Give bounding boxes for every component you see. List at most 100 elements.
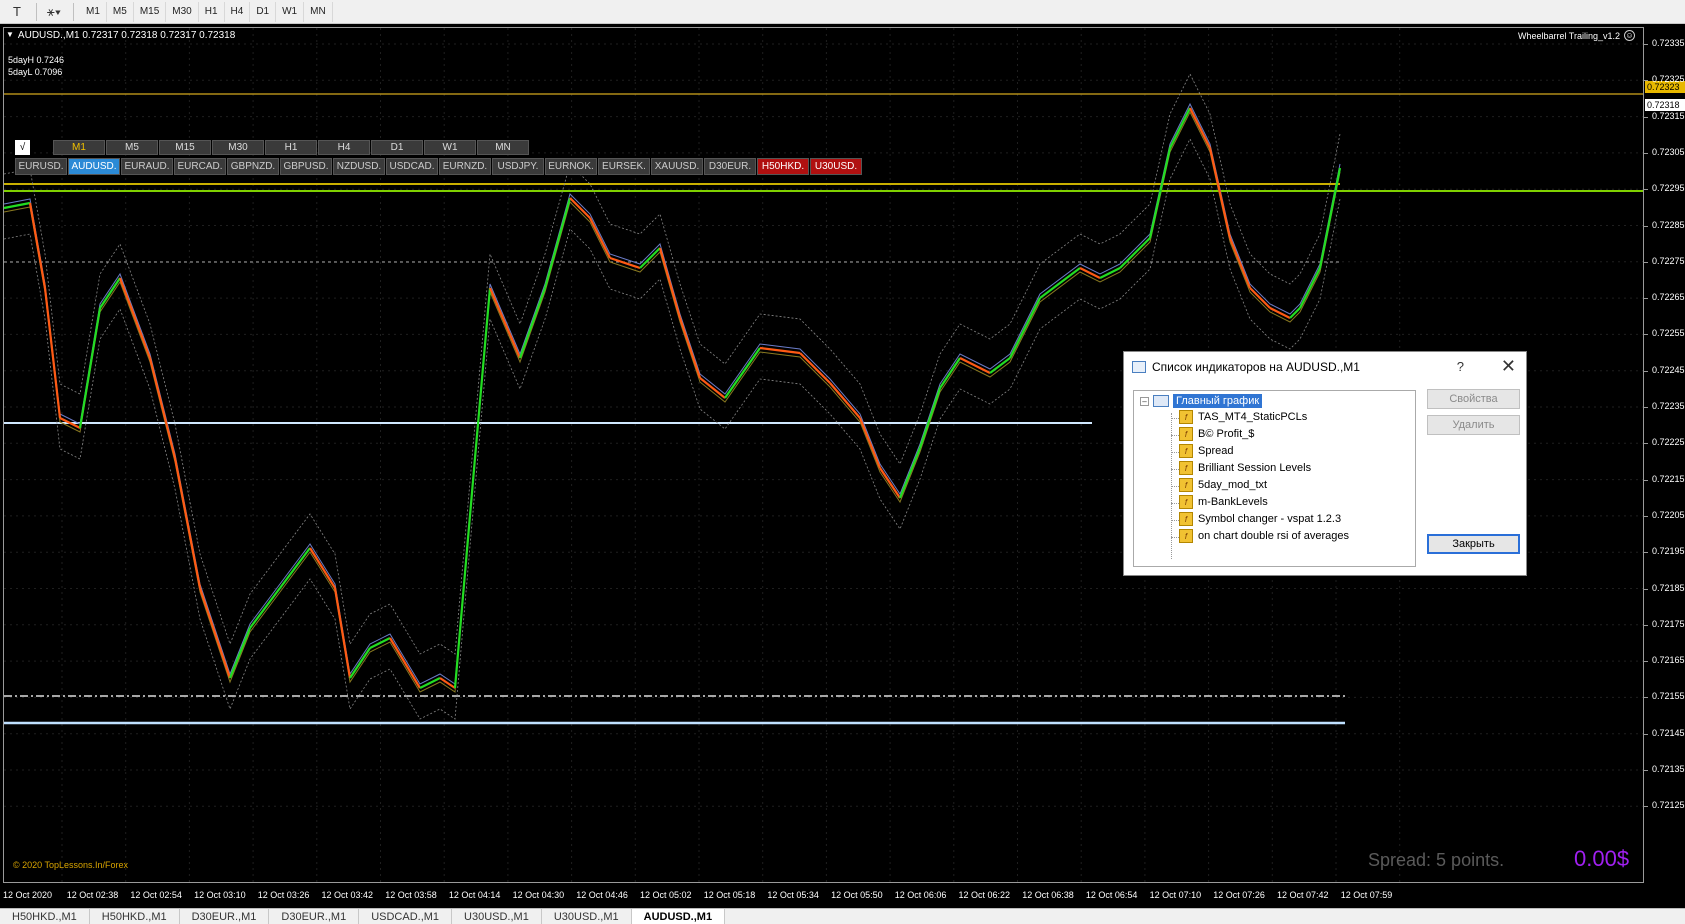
- symbol-button-eurusd[interactable]: EURUSD.: [15, 158, 67, 175]
- symbol-button-gbpnzd[interactable]: GBPNZD.: [227, 158, 279, 175]
- chart-tab[interactable]: H50HKD.,M1: [90, 909, 180, 924]
- toolbar-tf-h1[interactable]: H1: [199, 1, 225, 22]
- delete-button[interactable]: Удалить: [1427, 415, 1520, 435]
- symbol-button-gbpusd[interactable]: GBPUSD.: [280, 158, 332, 175]
- price-tick: [1644, 552, 1648, 554]
- symbol-button-h50hkd[interactable]: H50HKD.: [757, 158, 809, 175]
- moving-average-segment: [678, 317, 702, 379]
- chart-tab[interactable]: H50HKD.,M1: [0, 909, 90, 924]
- panel-tf-h1[interactable]: H1: [265, 140, 317, 155]
- chart-tab[interactable]: U30USD.,M1: [542, 909, 632, 924]
- panel-tf-h4[interactable]: H4: [318, 140, 370, 155]
- price-label: 0.72335: [1652, 38, 1685, 48]
- toolbar-tf-m15[interactable]: M15: [134, 1, 167, 22]
- collapse-triangle-icon[interactable]: ▼: [6, 30, 14, 41]
- tree-connector: [1171, 503, 1179, 504]
- dialog-title-bar[interactable]: Список индикаторов на AUDUSD.,M1: [1124, 352, 1526, 382]
- panel-checkbox[interactable]: √: [15, 140, 30, 155]
- indicator-item[interactable]: f B© Profit_$: [1179, 427, 1254, 441]
- chart-tab[interactable]: USDCAD.,M1: [359, 909, 453, 924]
- panel-tf-m5[interactable]: M5: [106, 140, 158, 155]
- price-label: 0.72145: [1652, 727, 1685, 738]
- symbol-button-usdjpy[interactable]: USDJPY.: [492, 158, 544, 175]
- price-tick: [1644, 770, 1648, 771]
- objects-icon[interactable]: ⚹▾: [43, 2, 65, 22]
- price-label: 0.72185: [1652, 582, 1685, 593]
- symbol-button-eurnzd[interactable]: EURNZD.: [439, 158, 491, 175]
- toolbar-tf-w1[interactable]: W1: [276, 1, 305, 22]
- price-axis[interactable]: 0.72323 0.72318 0.72335 0.72325 0.72315 0.7…: [1644, 24, 1685, 884]
- time-label: 12 Oct 07:26: [1213, 890, 1265, 900]
- time-label: 12 Oct 06:38: [1022, 890, 1074, 900]
- panel-tf-m15[interactable]: M15: [159, 140, 211, 155]
- price-tick: [1644, 479, 1648, 481]
- symbol-button-eursek[interactable]: EURSEK.: [598, 158, 650, 175]
- moving-average-segment: [699, 377, 726, 399]
- properties-button[interactable]: Свойства: [1427, 389, 1520, 409]
- symbol-button-xauusd[interactable]: XAUUSD.: [651, 158, 703, 175]
- moving-average-segment: [349, 647, 371, 679]
- price-tick: [1644, 697, 1648, 699]
- indicator-item[interactable]: f 5day_mod_txt: [1179, 478, 1267, 492]
- indicator-item[interactable]: f m-BankLevels: [1179, 495, 1268, 509]
- indicator-fx-icon: f: [1179, 427, 1193, 441]
- toolbar-tf-m1[interactable]: M1: [80, 1, 107, 22]
- moving-average-segment: [939, 357, 961, 389]
- time-label: 12 Oct 03:58: [385, 890, 437, 900]
- close-button[interactable]: Закрыть: [1427, 534, 1520, 554]
- chart-tab[interactable]: AUDUSD.,M1: [631, 909, 726, 924]
- chart-tab[interactable]: D30EUR.,M1: [269, 909, 360, 924]
- moving-average-segment: [1009, 297, 1041, 359]
- ea-face-icon[interactable]: ☺: [1624, 30, 1635, 41]
- toolbar-tf-mn[interactable]: MN: [304, 1, 333, 22]
- help-icon[interactable]: ?: [1457, 359, 1464, 374]
- panel-tf-d1[interactable]: D1: [371, 140, 423, 155]
- panel-tf-mn[interactable]: MN: [477, 140, 529, 155]
- symbol-button-nzdusd[interactable]: NZDUSD.: [333, 158, 385, 175]
- panel-tf-m30[interactable]: M30: [212, 140, 264, 155]
- indicator-label: Symbol changer - vspat 1.2.3: [1198, 513, 1342, 525]
- symbol-button-usdcad[interactable]: USDCAD.: [386, 158, 438, 175]
- toolbar-tf-d1[interactable]: D1: [250, 1, 277, 22]
- symbol-button-d30eur[interactable]: D30EUR.: [704, 158, 756, 175]
- price-label: 0.72215: [1652, 473, 1685, 484]
- panel-tf-w1[interactable]: W1: [424, 140, 476, 155]
- tree-root-main-chart[interactable]: – Главный график: [1140, 394, 1263, 408]
- indicator-label: Spread: [1198, 445, 1234, 457]
- collapse-icon[interactable]: –: [1140, 396, 1149, 406]
- indicator-item[interactable]: f Brilliant Session Levels: [1179, 461, 1311, 475]
- close-icon[interactable]: ✕: [1501, 356, 1516, 377]
- symbol-button-euraud[interactable]: EURAUD.: [121, 158, 173, 175]
- price-tick: [1644, 661, 1648, 663]
- moving-average-segment: [148, 357, 177, 459]
- panel-tf-m1[interactable]: M1: [53, 140, 105, 155]
- time-label: 12 Oct 06:06: [894, 890, 947, 900]
- toolbar-tf-h4[interactable]: H4: [225, 1, 251, 22]
- moving-average-segment: [99, 277, 121, 309]
- moving-average-segment: [799, 352, 831, 384]
- indicator-fx-icon: f: [1179, 478, 1193, 492]
- indicators-dialog: Список индикаторов на AUDUSD.,M1 ? ✕ – Г…: [1123, 351, 1527, 576]
- symbol-button-audusd[interactable]: AUDUSD.: [68, 158, 120, 175]
- moving-average-segment: [1039, 267, 1081, 299]
- toolbar-tf-m30[interactable]: M30: [166, 1, 199, 22]
- toolbar-separator: [73, 2, 74, 21]
- expert-advisor-label: Wheelbarrel Trailing_v1.2 ☺: [1518, 30, 1635, 41]
- tree-connector: [1171, 520, 1179, 521]
- time-label: 12 Oct 05:34: [767, 890, 819, 900]
- chart-tab[interactable]: D30EUR.,M1: [180, 909, 270, 924]
- time-axis[interactable]: 12 Oct 2020 12 Oct 02:38 12 Oct 02:54 12 Oc…: [0, 884, 1644, 908]
- indicator-item[interactable]: f Spread: [1179, 444, 1233, 458]
- text-icon[interactable]: T: [6, 2, 28, 22]
- indicator-item[interactable]: f Symbol changer - vspat 1.2.3: [1179, 512, 1341, 526]
- indicator-item[interactable]: f TAS_MT4_StaticPCLs: [1179, 410, 1307, 424]
- moving-average-segment: [473, 287, 492, 459]
- symbol-button-eurcad[interactable]: EURCAD.: [174, 158, 226, 175]
- chart-tab[interactable]: U30USD.,M1: [452, 909, 542, 924]
- chart-window-icon: [1153, 395, 1169, 407]
- symbol-button-u30usd[interactable]: U30USD.: [810, 158, 862, 175]
- indicator-item[interactable]: f on chart double rsi of averages: [1179, 529, 1349, 543]
- price-label: 0.72205: [1652, 509, 1685, 520]
- toolbar-tf-m5[interactable]: M5: [107, 1, 134, 22]
- symbol-button-eurnok[interactable]: EURNOK.: [545, 158, 597, 175]
